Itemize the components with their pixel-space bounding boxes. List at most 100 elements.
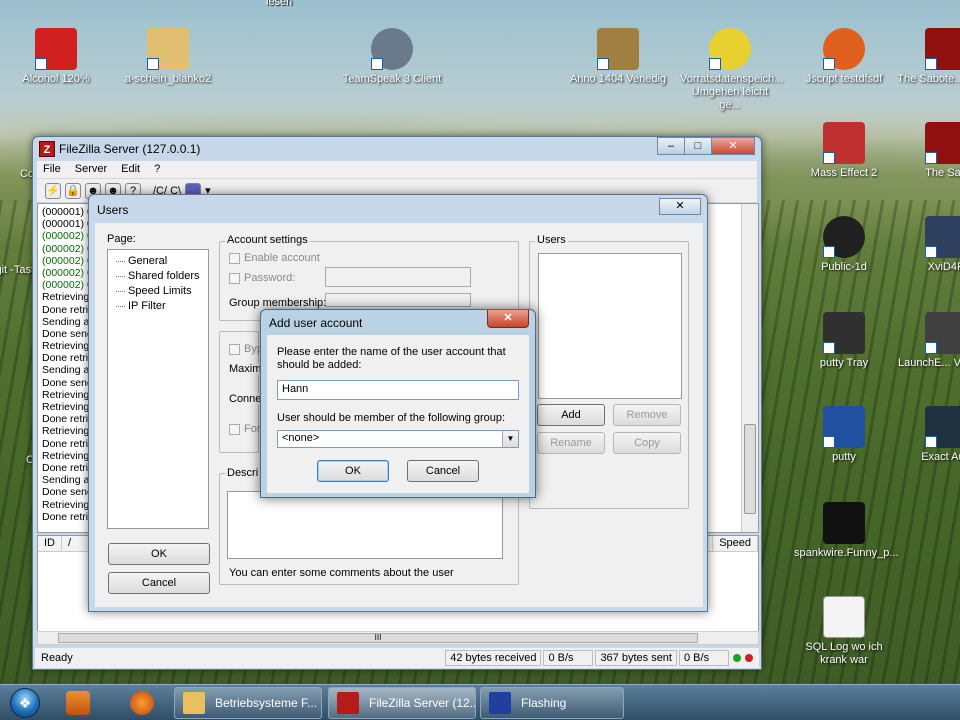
task-filezilla[interactable]: FileZilla Server (12...	[328, 687, 476, 719]
desktop-icon-jscript[interactable]: Jscript testdfsdf	[794, 28, 894, 86]
checkbox-icon	[229, 423, 240, 435]
menu-edit[interactable]: Edit	[121, 163, 140, 176]
desktop-icon-exact-audio[interactable]: Exact Aud	[896, 406, 960, 464]
desktop-icon-mass-effect[interactable]: Mass Effect 2	[794, 122, 894, 180]
putty-icon	[823, 406, 865, 448]
password-label: Password:	[244, 272, 296, 284]
filezilla-icon	[337, 692, 359, 714]
menu-server[interactable]: Server	[75, 163, 107, 176]
desktop-icon-label: TeamSpeak 3 Client	[342, 73, 442, 85]
media-player-icon[interactable]	[66, 691, 90, 715]
close-icon[interactable]: ✕	[659, 198, 701, 215]
username-input[interactable]: Hann	[277, 380, 519, 400]
ok-button[interactable]: OK	[108, 543, 210, 565]
ok-button[interactable]: OK	[317, 460, 389, 482]
desktop-icon-partial-co[interactable]: Co	[0, 168, 34, 181]
page-general[interactable]: General	[116, 254, 208, 269]
taskbar: ❖ Betriebsysteme F... FileZilla Server (…	[0, 684, 960, 720]
desktop-icon-a-schein[interactable]: a-schein_blanko2	[118, 28, 218, 86]
desktop-icon-launche[interactable]: LaunchE... Verknüp	[896, 312, 960, 370]
status-bar: Ready 42 bytes received 0 B/s 367 bytes …	[35, 648, 759, 668]
force-checkbox[interactable]: For	[229, 423, 261, 435]
task-betriebsysteme[interactable]: Betriebsysteme F...	[174, 687, 322, 719]
lock-icon[interactable]: 🔒	[65, 182, 81, 199]
desktop-icon-anno[interactable]: Anno 1404 Venedig	[568, 28, 668, 86]
desktop-icon-alcohol[interactable]: Alcohol 120%	[6, 28, 106, 86]
rename-user-button[interactable]: Rename	[537, 432, 605, 454]
desktop-icon-spankwire[interactable]: spankwire.Funny_p...	[794, 502, 899, 560]
column-id[interactable]: ID	[38, 536, 62, 551]
add-user-button[interactable]: Add	[537, 404, 605, 426]
log-scrollbar[interactable]	[741, 204, 758, 532]
desktop-icon-teamspeak[interactable]: TeamSpeak 3 Client	[342, 28, 442, 86]
menu-help[interactable]: ?	[154, 163, 160, 176]
dropdown-arrow-icon[interactable]: ▼	[502, 431, 518, 447]
xvid-icon	[925, 216, 960, 258]
desktop-icon-putty-tray[interactable]: putty Tray	[794, 312, 894, 370]
desktop-icon-vorratsdaten[interactable]: Vorratsdatenspeich... Umgehen leicht ge.…	[680, 28, 783, 112]
column-speed[interactable]: Speed	[713, 536, 758, 551]
password-checkbox[interactable]: Password:	[229, 272, 295, 284]
desktop-icon-label: putty Tray	[819, 357, 869, 369]
text-file-icon	[823, 596, 865, 638]
maximize-icon[interactable]: □	[684, 137, 712, 155]
desktop-icon-label: putty	[832, 451, 856, 463]
group-select[interactable]: <none> ▼	[277, 430, 519, 448]
menu-bar: File Server Edit ?	[37, 161, 757, 178]
red-led-icon	[745, 654, 753, 662]
cancel-button[interactable]: Cancel	[108, 572, 210, 594]
enable-account-checkbox[interactable]: Enable account	[229, 252, 320, 264]
scroll-thumb[interactable]	[744, 424, 756, 514]
desktop-icon-label: Mass Effect 2	[810, 167, 878, 179]
status-ready: Ready	[41, 652, 73, 664]
page-label: Page:	[105, 233, 138, 245]
group-membership-select[interactable]	[325, 293, 471, 307]
desktop-icon-saboteur[interactable]: The Sabote... + 8 Tr	[896, 28, 960, 86]
status-sent-rate: 0 B/s	[679, 650, 729, 666]
windows-logo-icon: ❖	[10, 688, 40, 718]
teamspeak-icon	[371, 28, 413, 70]
bypass-checkbox[interactable]: Byp	[229, 343, 263, 355]
password-input[interactable]	[325, 267, 471, 287]
image-file-icon	[147, 28, 189, 70]
desktop-icon-public[interactable]: Public-1d	[794, 216, 894, 274]
task-label: FileZilla Server (12...	[369, 696, 476, 710]
desktop-icon-label: C	[26, 454, 34, 466]
description-textarea[interactable]	[227, 491, 503, 559]
horizontal-scrollbar[interactable]: III	[37, 631, 759, 645]
page-speed-limits[interactable]: Speed Limits	[116, 284, 208, 299]
force-label: For	[244, 423, 261, 435]
users-list[interactable]	[538, 253, 682, 399]
scroll-thumb[interactable]: III	[58, 633, 698, 643]
users-dialog-title[interactable]: Users	[89, 195, 707, 221]
firefox-icon[interactable]	[130, 691, 154, 715]
menu-file[interactable]: File	[43, 163, 61, 176]
cd-icon	[709, 28, 751, 70]
page-ip-filter[interactable]: IP Filter	[116, 299, 208, 314]
filezilla-titlebar[interactable]: Z FileZilla Server (127.0.0.1) – □ ✕	[33, 137, 761, 161]
desktop-icon-saboteur-2[interactable]: The Sab	[896, 122, 960, 180]
copy-user-button[interactable]: Copy	[613, 432, 681, 454]
page-shared-folders[interactable]: Shared folders	[116, 269, 208, 284]
group-membership-label: Group membership:	[227, 297, 329, 309]
remove-user-button[interactable]: Remove	[613, 404, 681, 426]
lightning-icon[interactable]: ⚡	[45, 182, 61, 199]
checkbox-icon	[229, 272, 240, 284]
desktop-icon-label: XviD4P	[927, 261, 960, 273]
desktop-icon-partial-c[interactable]: C	[0, 454, 34, 467]
close-icon[interactable]: ✕	[711, 137, 755, 155]
page-tree[interactable]: General Shared folders Speed Limits IP F…	[107, 249, 209, 529]
desktop-icon-label: spankwire.Funny_p...	[794, 547, 899, 559]
minimize-icon[interactable]: –	[657, 137, 685, 155]
task-flashing[interactable]: Flashing	[480, 687, 624, 719]
desktop-icon-sql-log[interactable]: SQL Log wo ich krank war	[794, 596, 894, 667]
start-button[interactable]: ❖	[4, 685, 44, 720]
close-icon[interactable]: ✕	[487, 310, 529, 328]
cancel-button[interactable]: Cancel	[407, 460, 479, 482]
anno-game-icon	[597, 28, 639, 70]
terminal-icon	[823, 312, 865, 354]
desktop-icon-partial-logit[interactable]: Logit -Tast	[0, 264, 34, 277]
desktop-icon-xvid[interactable]: XviD4P	[896, 216, 960, 274]
desktop-icon-putty[interactable]: putty	[794, 406, 894, 464]
public-icon	[823, 216, 865, 258]
